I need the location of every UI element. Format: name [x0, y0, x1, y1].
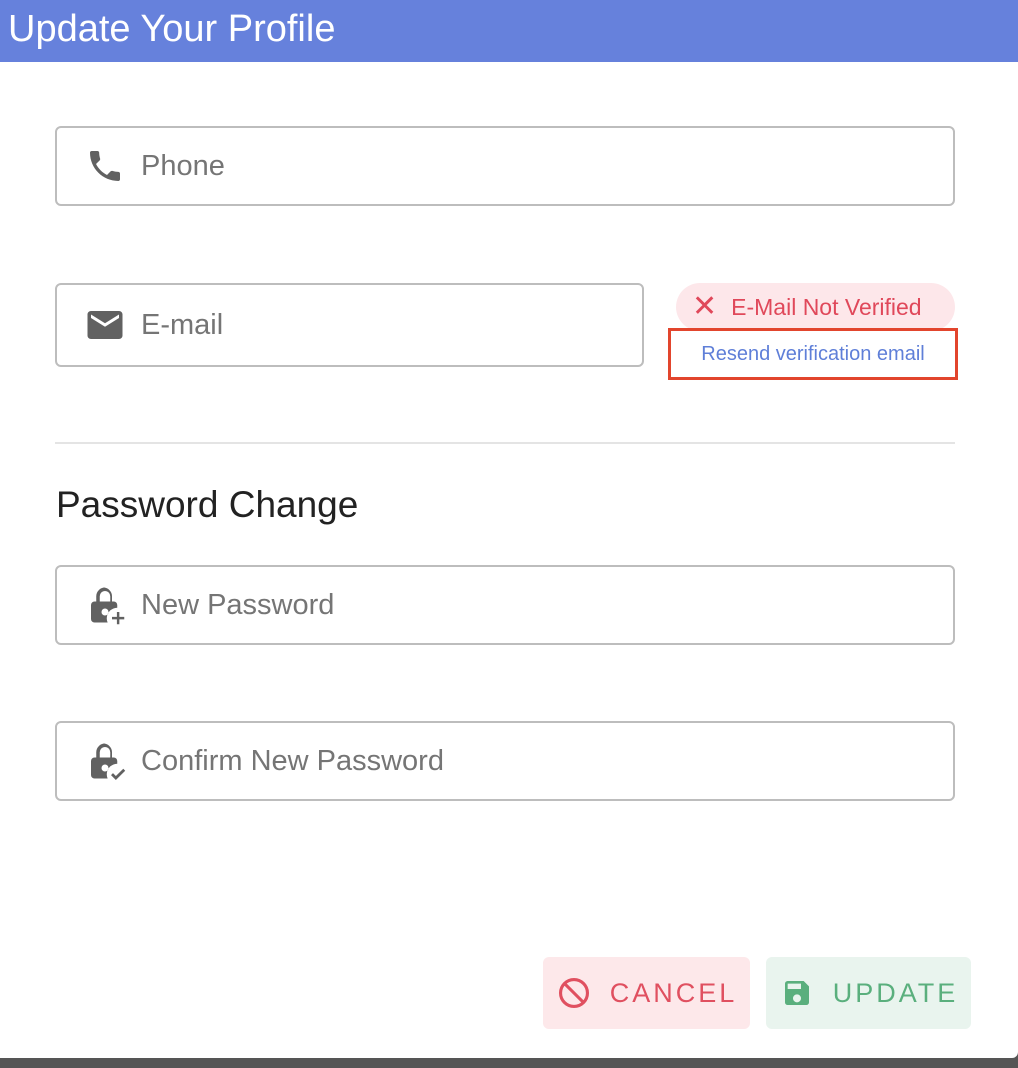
update-label: UPDATE: [832, 977, 959, 1008]
confirm-password-input[interactable]: [139, 743, 953, 779]
divider: [55, 442, 955, 444]
new-password-field[interactable]: [55, 565, 955, 645]
cancel-label: CANCEL: [609, 977, 738, 1008]
email-input[interactable]: [139, 307, 642, 343]
confirm-password-field[interactable]: [55, 721, 955, 801]
phone-icon: [83, 144, 127, 188]
dialog-title: Update Your Profile: [0, 0, 1018, 62]
badge-label: E-Mail Not Verified: [731, 293, 922, 320]
cancel-icon: [556, 975, 592, 1011]
lock-check-icon: [83, 739, 127, 783]
lock-plus-icon: [83, 583, 127, 627]
email-icon: [83, 303, 127, 347]
update-button[interactable]: UPDATE: [766, 957, 971, 1029]
email-not-verified-badge: ✕ E-Mail Not Verified: [676, 283, 955, 331]
resend-verification-link[interactable]: Resend verification email: [668, 328, 958, 380]
new-password-input[interactable]: [139, 587, 953, 623]
phone-input[interactable]: [139, 148, 953, 184]
phone-field[interactable]: [55, 126, 955, 206]
profile-dialog: Update Your Profile ✕ E-Mail Not Verifie…: [0, 0, 1018, 1058]
email-field[interactable]: [55, 283, 644, 367]
close-icon: ✕: [692, 290, 718, 323]
save-icon: [779, 975, 815, 1011]
password-section-title: Password Change: [56, 484, 359, 525]
cancel-button[interactable]: CANCEL: [543, 957, 750, 1029]
